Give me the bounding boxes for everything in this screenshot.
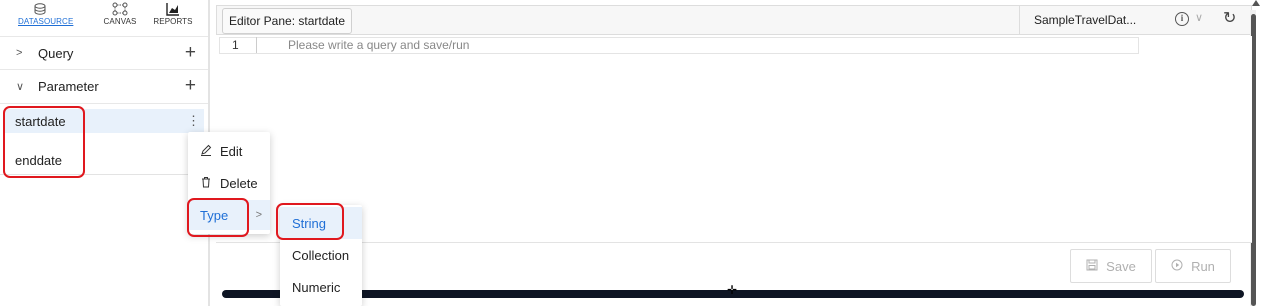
datasource-icon <box>34 3 46 15</box>
save-label: Save <box>1106 258 1136 274</box>
chevron-right-icon: > <box>16 47 23 59</box>
type-submenu: String Collection Numeric <box>280 205 362 306</box>
menu-item-edit[interactable]: Edit <box>188 136 270 166</box>
canvas-icon <box>112 2 128 16</box>
editor-pane-title: Editor Pane: startdate <box>222 8 353 34</box>
pencil-icon <box>200 144 214 159</box>
more-options-icon[interactable]: ⋮ <box>187 113 200 129</box>
parameter-item-startdate[interactable]: startdate ⋮ <box>4 109 204 133</box>
submenu-item-collection[interactable]: Collection <box>280 239 362 271</box>
parameter-context-menu: Edit Delete Type > <box>188 132 270 234</box>
sidebar-tabs: DATASOURCE CANVAS REPORTS <box>0 0 208 36</box>
line-number: 1 <box>232 38 239 52</box>
parameter-label: Parameter <box>38 79 99 94</box>
tab-reports-label: REPORTS <box>153 17 193 26</box>
submenu-item-numeric[interactable]: Numeric <box>280 271 362 303</box>
menu-item-label: Edit <box>220 143 243 159</box>
editor-placeholder: Please write a query and save/run <box>288 38 470 52</box>
save-button[interactable]: Save <box>1070 249 1152 283</box>
divider <box>256 37 257 53</box>
menu-item-type[interactable]: Type > <box>188 200 270 230</box>
chevron-down-icon[interactable]: ∨ <box>1195 11 1203 24</box>
divider <box>0 174 208 175</box>
parameter-item-label: enddate <box>15 152 62 168</box>
trash-icon <box>200 176 214 191</box>
parameter-item-label: startdate <box>15 113 66 129</box>
tab-reports[interactable]: REPORTS <box>150 2 196 26</box>
submenu-item-string[interactable]: String <box>280 207 362 239</box>
refresh-icon[interactable]: ↻ <box>1223 8 1236 28</box>
add-parameter-icon[interactable]: + <box>185 76 196 95</box>
menu-item-delete[interactable]: Delete <box>188 168 270 198</box>
resize-handle-icon[interactable]: ✛ <box>727 283 737 297</box>
tab-datasource-label: DATASOURCE <box>18 17 74 26</box>
chevron-down-icon: ∨ <box>16 81 25 93</box>
query-label: Query <box>38 45 74 61</box>
datasource-select[interactable]: SampleTravelDat... <box>1019 6 1169 34</box>
editor-header: Editor Pane: startdate SampleTravelDat..… <box>216 5 1252 35</box>
save-icon <box>1086 259 1098 274</box>
tab-datasource[interactable]: DATASOURCE <box>18 2 73 26</box>
chevron-right-icon: > <box>255 209 262 221</box>
run-button[interactable]: Run <box>1155 249 1231 283</box>
add-query-icon[interactable]: + <box>185 43 196 62</box>
play-icon <box>1171 259 1183 274</box>
parameter-item-enddate[interactable]: enddate <box>4 148 204 172</box>
sidebar: DATASOURCE CANVAS REPORTS > Query + ∨ Pa… <box>0 0 208 306</box>
menu-item-label: Type <box>200 207 229 223</box>
divider <box>216 242 1252 243</box>
tab-canvas[interactable]: CANVAS <box>100 2 140 26</box>
query-editor[interactable]: 1 Please write a query and save/run <box>216 36 1252 242</box>
scroll-up-icon[interactable] <box>1252 0 1260 6</box>
menu-item-label: Delete <box>220 175 258 191</box>
parameter-section[interactable]: ∨ Parameter + <box>0 70 208 104</box>
tab-canvas-label: CANVAS <box>103 17 137 26</box>
info-icon[interactable]: i <box>1175 12 1189 26</box>
run-label: Run <box>1191 258 1215 274</box>
reports-icon <box>166 3 179 16</box>
query-section[interactable]: > Query + <box>0 36 208 70</box>
